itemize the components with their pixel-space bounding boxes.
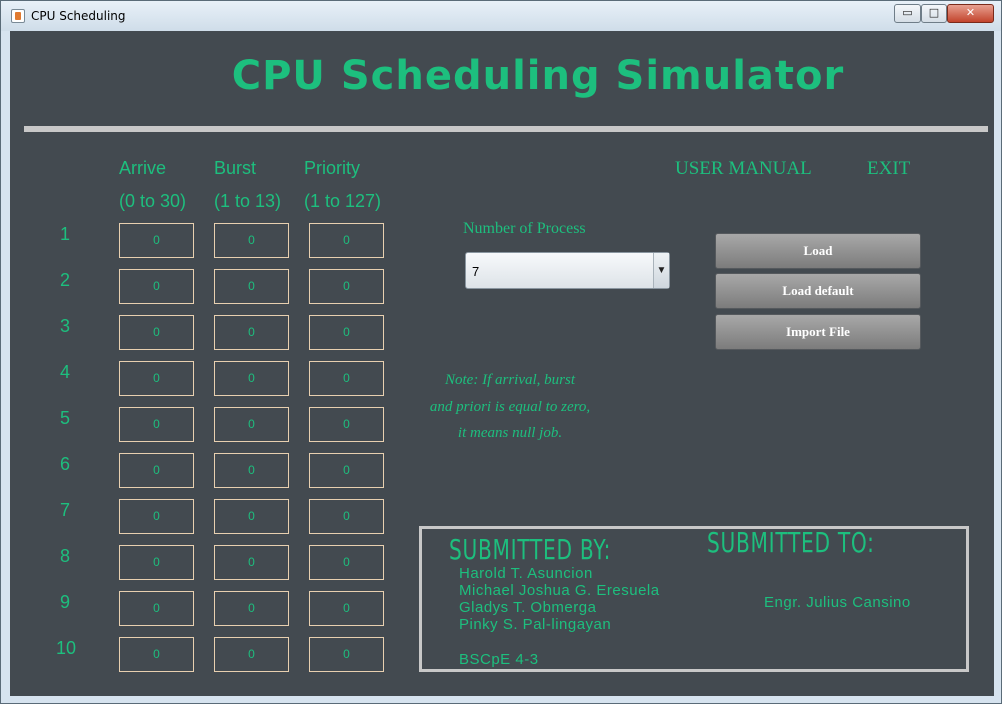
credits-panel: SUBMITTED BY: SUBMITTED TO: Harold T. As… — [419, 526, 969, 672]
arrive-input[interactable]: 0 — [119, 453, 194, 488]
arrive-input[interactable]: 0 — [119, 637, 194, 672]
burst-input[interactable]: 0 — [214, 223, 289, 258]
burst-input[interactable]: 0 — [214, 269, 289, 304]
minimize-button[interactable]: ▭ — [894, 4, 921, 23]
arrive-input[interactable]: 0 — [119, 407, 194, 442]
title-bar[interactable]: CPU Scheduling ▭ □ ✕ — [1, 1, 1001, 31]
submitted-by-heading: SUBMITTED BY: — [449, 533, 612, 566]
row-number: 7 — [60, 500, 71, 520]
maximize-button[interactable]: □ — [921, 4, 947, 23]
author-list: Harold T. Asuncion Michael Joshua G. Ere… — [459, 565, 660, 633]
burst-input[interactable]: 0 — [214, 407, 289, 442]
row-number: 1 — [60, 224, 71, 244]
priority-input[interactable]: 0 — [309, 591, 384, 626]
user-manual-link[interactable]: USER MANUAL — [675, 158, 812, 180]
submitted-to-heading: SUBMITTED TO: — [707, 526, 875, 559]
burst-input[interactable]: 0 — [214, 545, 289, 580]
close-button[interactable]: ✕ — [947, 4, 994, 23]
app-window: CPU Scheduling ▭ □ ✕ CPU Scheduling Simu… — [0, 0, 1002, 704]
arrive-input[interactable]: 0 — [119, 545, 194, 580]
priority-input[interactable]: 0 — [309, 269, 384, 304]
arrive-input[interactable]: 0 — [119, 361, 194, 396]
arrive-column-header: Arrive — [119, 158, 167, 178]
burst-range-label: (1 to 13) — [214, 191, 282, 211]
author-name: Harold T. Asuncion — [459, 565, 593, 582]
burst-input[interactable]: 0 — [214, 315, 289, 350]
burst-input[interactable]: 0 — [214, 499, 289, 534]
java-app-icon — [11, 9, 25, 23]
load-button[interactable]: Load — [715, 233, 921, 269]
burst-input[interactable]: 0 — [214, 591, 289, 626]
arrive-input[interactable]: 0 — [119, 591, 194, 626]
import-file-button[interactable]: Import File — [715, 314, 921, 350]
note-line: and priori is equal to zero, — [429, 398, 591, 415]
null-job-note: Note: If arrival, burst and priori is eq… — [410, 367, 610, 447]
priority-input[interactable]: 0 — [309, 315, 384, 350]
note-line: it means null job. — [457, 425, 563, 441]
row-number: 6 — [60, 454, 71, 474]
row-number: 10 — [56, 638, 77, 658]
priority-input[interactable]: 0 — [309, 361, 384, 396]
arrive-input[interactable]: 0 — [119, 223, 194, 258]
priority-column-header: Priority — [304, 158, 361, 178]
priority-input[interactable]: 0 — [309, 637, 384, 672]
burst-input[interactable]: 0 — [214, 453, 289, 488]
priority-input[interactable]: 0 — [309, 499, 384, 534]
exit-link[interactable]: EXIT — [867, 158, 910, 180]
arrive-input[interactable]: 0 — [119, 269, 194, 304]
process-count-value: 7 — [472, 264, 480, 279]
header-divider — [24, 126, 988, 132]
process-count-label: Number of Process — [463, 220, 586, 237]
process-count-select[interactable]: 7 ▼ — [465, 252, 670, 289]
main-panel: CPU Scheduling Simulator Arrive (0 to 30… — [10, 31, 994, 696]
row-number: 4 — [60, 362, 71, 382]
arrive-input[interactable]: 0 — [119, 315, 194, 350]
arrive-input[interactable]: 0 — [119, 499, 194, 534]
chevron-down-icon[interactable]: ▼ — [653, 253, 669, 288]
arrive-range-label: (0 to 30) — [119, 191, 187, 211]
author-name: Pinky S. Pal-lingayan — [459, 616, 612, 633]
priority-range-label: (1 to 127) — [304, 191, 382, 211]
row-number: 5 — [60, 408, 71, 428]
priority-input[interactable]: 0 — [309, 545, 384, 580]
load-default-button[interactable]: Load default — [715, 273, 921, 309]
burst-input[interactable]: 0 — [214, 361, 289, 396]
burst-input[interactable]: 0 — [214, 637, 289, 672]
row-number: 2 — [60, 270, 71, 290]
author-name: Michael Joshua G. Eresuela — [459, 582, 660, 599]
author-name: Gladys T. Obmerga — [459, 599, 597, 616]
note-line: Note: If arrival, burst — [445, 372, 575, 388]
row-number: 8 — [60, 546, 71, 566]
adviser-name: Engr. Julius Cansino — [764, 594, 911, 611]
priority-input[interactable]: 0 — [309, 453, 384, 488]
row-number: 3 — [60, 316, 71, 336]
window-title: CPU Scheduling — [31, 9, 126, 23]
priority-input[interactable]: 0 — [309, 407, 384, 442]
class-section: BSCpE 4-3 — [459, 651, 539, 668]
page-title: CPU Scheduling Simulator — [231, 53, 845, 99]
burst-column-header: Burst — [214, 158, 257, 178]
row-number: 9 — [60, 592, 71, 612]
priority-input[interactable]: 0 — [309, 223, 384, 258]
